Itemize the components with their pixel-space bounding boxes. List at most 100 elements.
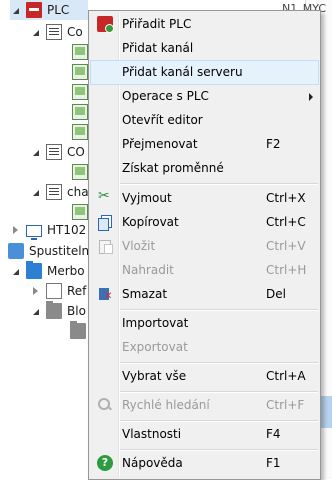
menu-item-label: Exportovat: [122, 340, 188, 354]
menu-separator: [120, 391, 318, 393]
menu-item-add-channel[interactable]: Přidat kanál: [91, 37, 318, 60]
menu-item-open-editor[interactable]: Otevřít editor: [91, 109, 318, 132]
collapse-arrow-icon[interactable]: [30, 187, 40, 197]
tree-item-blo[interactable]: Blo: [30, 301, 86, 321]
menu-item-label: Otevřít editor: [122, 113, 203, 127]
tree-item-label: Spustitelné: [29, 244, 97, 258]
node-icon: [72, 104, 88, 120]
menu-item-delete[interactable]: Smazat Del: [91, 283, 318, 306]
menu-item-shortcut: Ctrl+X: [266, 191, 306, 205]
context-menu: Přiřadit PLC Přidat kanál Přidat kanál s…: [88, 10, 321, 480]
menu-item-label: Operace s PLC: [122, 89, 209, 103]
menu-item-shortcut: Ctrl+F: [266, 398, 305, 412]
menu-item-get-variables[interactable]: Získat proměnné: [91, 157, 318, 180]
node-icon: [72, 44, 88, 60]
menu-item-shortcut: Ctrl+C: [266, 215, 306, 229]
expand-arrow-icon[interactable]: [30, 286, 40, 296]
menu-item-label: Smazat: [122, 287, 168, 301]
copy-icon: [97, 214, 113, 231]
expand-arrow-icon[interactable]: [10, 225, 20, 235]
menu-separator: [120, 309, 318, 311]
menu-item-shortcut: F2: [266, 137, 281, 151]
menu-item-shortcut: Ctrl+A: [266, 369, 306, 383]
menu-item-shortcut: Ctrl+V: [266, 239, 306, 253]
menu-item-label: Rychlé hledání: [122, 398, 210, 412]
node-icon: [72, 204, 88, 220]
tree-item-label: Ref: [67, 284, 87, 298]
references-icon: [46, 283, 62, 299]
collapse-arrow-icon[interactable]: [10, 266, 20, 276]
menu-item-assign-plc[interactable]: Přiřadit PLC: [91, 13, 318, 36]
tree-item-label: cha: [67, 185, 89, 199]
menu-separator: [120, 449, 318, 451]
menu-item-copy[interactable]: Kopírovat Ctrl+C: [91, 211, 318, 234]
tree-item-ref[interactable]: Ref: [30, 281, 86, 301]
assign-plc-icon: [97, 16, 114, 33]
menu-item-select-all[interactable]: Vybrat vše Ctrl+A: [91, 365, 318, 388]
menu-item-shortcut: Del: [266, 287, 286, 301]
node-icon: [72, 84, 88, 100]
folder-icon: [26, 261, 42, 279]
help-icon: [97, 455, 113, 471]
runnable-icon: [8, 243, 24, 259]
monitor-icon: [26, 225, 42, 240]
menu-item-label: Přiřadit PLC: [122, 17, 192, 31]
menu-item-label: Nápověda: [122, 456, 183, 470]
tree-item-plc[interactable]: PLC: [10, 0, 88, 20]
tree-item-channel-cha[interactable]: cha: [30, 182, 89, 202]
tree-item-merbo[interactable]: Merbo: [10, 261, 85, 281]
menu-item-import[interactable]: Importovat: [91, 312, 318, 335]
menu-item-shortcut: Ctrl+H: [266, 263, 307, 277]
menu-item-label: Přidat kanál serveru: [122, 65, 243, 79]
tree-item-label: PLC: [47, 3, 70, 17]
menu-item-replace[interactable]: Nahradit Ctrl+H: [91, 259, 318, 282]
submenu-arrow-icon: [309, 93, 313, 101]
node-icon: [72, 64, 88, 80]
delete-icon: [97, 286, 113, 302]
collapse-arrow-icon[interactable]: [30, 147, 40, 157]
menu-item-label: Získat proměnné: [122, 161, 224, 175]
node-icon: [72, 164, 88, 180]
menu-item-paste[interactable]: Vložit Ctrl+V: [91, 235, 318, 258]
menu-separator: [120, 183, 318, 185]
menu-item-export[interactable]: Exportovat: [91, 336, 318, 359]
menu-item-label: Vlastnosti: [122, 427, 182, 441]
menu-item-shortcut: F1: [266, 456, 281, 470]
tree-item-label: Blo: [67, 304, 86, 318]
tree-item-label: Co: [67, 25, 83, 39]
menu-item-label: Kopírovat: [122, 215, 179, 229]
menu-item-label: Vyjmout: [122, 191, 172, 205]
tree-item-label: CO: [67, 145, 85, 159]
menu-item-rename[interactable]: Přejmenovat F2: [91, 133, 318, 156]
channel-icon: [46, 184, 62, 200]
menu-item-help[interactable]: Nápověda F1: [91, 452, 318, 475]
collapse-arrow-icon[interactable]: [10, 5, 20, 15]
tree-item-runnable[interactable]: Spustitelné: [8, 241, 97, 261]
menu-item-properties[interactable]: Vlastnosti F4: [91, 423, 318, 446]
channel-icon: [46, 144, 62, 160]
collapse-arrow-icon[interactable]: [30, 306, 40, 316]
menu-item-add-server-channel[interactable]: Přidat kanál serveru: [90, 60, 319, 85]
search-icon: [97, 397, 113, 413]
menu-item-label: Nahradit: [122, 263, 174, 277]
menu-item-shortcut: F4: [266, 427, 281, 441]
plc-icon: [26, 2, 42, 18]
paste-icon: [97, 238, 113, 254]
menu-item-label: Přejmenovat: [122, 137, 198, 151]
tree-item-label: HT102: [47, 223, 87, 237]
menu-item-plc-operations[interactable]: Operace s PLC: [91, 85, 318, 108]
menu-separator: [120, 362, 318, 364]
channel-icon: [46, 24, 62, 40]
menu-item-label: Importovat: [122, 316, 189, 330]
tree-item-ht102[interactable]: HT102: [10, 220, 86, 240]
folder-icon: [70, 321, 86, 339]
collapse-arrow-icon[interactable]: [30, 27, 40, 37]
menu-item-cut[interactable]: Vyjmout Ctrl+X: [91, 187, 318, 210]
tree-item-label: Merbo: [47, 264, 85, 278]
cut-icon: [97, 188, 113, 206]
folder-icon: [46, 301, 62, 319]
menu-item-label: Přidat kanál: [122, 41, 194, 55]
menu-item-quick-search[interactable]: Rychlé hledání Ctrl+F: [91, 394, 318, 417]
tree-item-channel-co[interactable]: Co: [30, 22, 83, 42]
tree-item-channel-co2[interactable]: CO: [30, 142, 85, 162]
